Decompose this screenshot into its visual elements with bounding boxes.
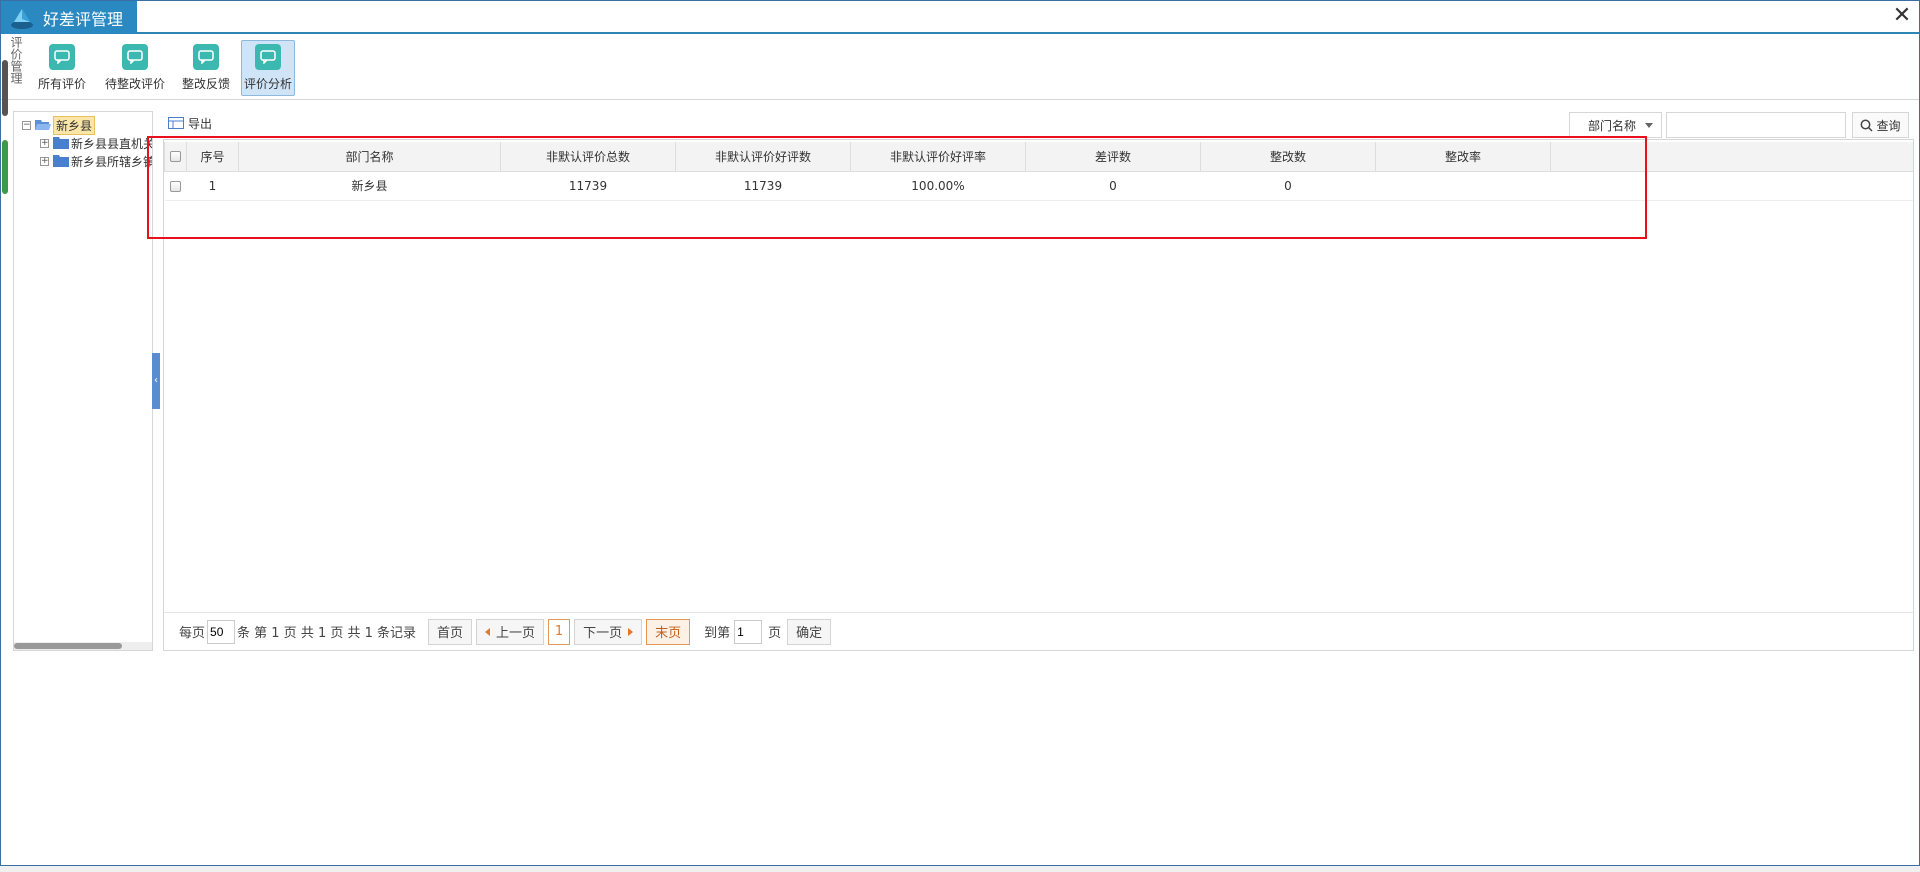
caret-left-icon xyxy=(485,627,491,636)
column-header[interactable]: 差评数 xyxy=(1025,142,1201,172)
current-page-button[interactable]: 1 xyxy=(548,618,571,645)
app-logo-icon xyxy=(11,8,33,29)
collapse-panel-button[interactable]: ‹ xyxy=(152,353,160,409)
tool-button-label: 整改反馈 xyxy=(181,77,230,91)
comment-icon xyxy=(255,44,281,70)
tree-node-label: 新乡县 xyxy=(53,115,96,135)
tree-node-root[interactable]: − 新乡县 xyxy=(22,115,96,135)
prev-page-button[interactable]: 上一页 xyxy=(476,618,545,645)
next-page-button[interactable]: 下一页 xyxy=(574,618,643,645)
next-page-label: 下一页 xyxy=(583,626,623,641)
toolbar: 评价管理 所有评价 待整改评价 整改反馈 评价分析 xyxy=(1,36,1919,100)
search-input[interactable] xyxy=(1666,112,1846,138)
search-button[interactable]: 查询 xyxy=(1852,112,1909,138)
tree-toggle-expand-icon[interactable]: + xyxy=(40,156,49,166)
window-title-tab: 好差评管理 xyxy=(1,1,137,34)
table-cell: 0 xyxy=(1200,171,1376,201)
table-cell: 新乡县 xyxy=(238,171,501,201)
select-all-checkbox-cell xyxy=(164,142,187,172)
table-cell: 11739 xyxy=(675,171,851,201)
tool-button-rectify-feedback[interactable]: 整改反馈 xyxy=(179,40,233,96)
row-checkbox-cell xyxy=(164,171,187,201)
tree-node-label: 新乡县所辖乡镇 xyxy=(71,154,153,169)
tool-button-label: 评价分析 xyxy=(243,77,292,91)
per-page-input[interactable] xyxy=(207,619,236,644)
row-checkbox[interactable] xyxy=(170,180,181,192)
table-export-icon xyxy=(168,117,184,129)
table-cell: 1 xyxy=(186,171,239,201)
tool-button-label: 所有评价 xyxy=(37,77,86,91)
select-all-checkbox[interactable] xyxy=(170,151,181,163)
tree-toggle-expand-icon[interactable]: + xyxy=(40,138,49,148)
goto-suffix: 页 xyxy=(768,626,782,641)
comment-icon xyxy=(193,44,219,70)
last-page-button[interactable]: 末页 xyxy=(646,618,691,645)
close-button[interactable]: ✕ xyxy=(1891,5,1913,29)
page-summary: 条 第 1 页 共 1 页 共 1 条记录 xyxy=(237,626,417,641)
tool-button-review-analysis[interactable]: 评价分析 xyxy=(241,40,295,96)
column-header[interactable]: 部门名称 xyxy=(238,142,501,172)
search-icon xyxy=(1861,119,1874,132)
goto-page-input[interactable] xyxy=(734,619,763,644)
tree-horizontal-scrollbar[interactable] xyxy=(14,642,152,650)
search-field-value: 部门名称 xyxy=(1588,118,1637,133)
column-header[interactable]: 非默认评价好评数 xyxy=(675,142,851,172)
side-indicator xyxy=(2,60,8,116)
org-tree: − 新乡县 + 新乡县县直机关 + 新乡县所辖乡镇 xyxy=(13,111,153,651)
comment-icon xyxy=(122,44,148,70)
column-header-filler xyxy=(1550,142,1913,172)
table-cell-filler xyxy=(1550,171,1913,201)
tool-button-label: 待整改评价 xyxy=(104,77,165,91)
data-grid-panel xyxy=(163,139,1914,651)
tree-node-child[interactable]: + 新乡县所辖乡镇 xyxy=(40,152,153,170)
confirm-button[interactable]: 确定 xyxy=(787,618,832,645)
caret-right-icon xyxy=(628,627,634,636)
search-field-select[interactable]: 部门名称 xyxy=(1569,112,1662,138)
window-title: 好差评管理 xyxy=(43,9,124,29)
folder-icon xyxy=(53,137,69,149)
tool-button-pending-rectify[interactable]: 待整改评价 xyxy=(101,40,169,96)
search-button-label: 查询 xyxy=(1876,118,1901,133)
side-indicator xyxy=(2,140,8,194)
tree-node-label: 新乡县县直机关 xyxy=(71,136,153,151)
per-page-prefix: 每页 xyxy=(179,626,206,641)
pagination-bar: 每页 条 第 1 页 共 1 页 共 1 条记录 首页 上一页 1 下一页 末页… xyxy=(164,612,1913,650)
scrollbar-thumb[interactable] xyxy=(14,643,122,649)
goto-prefix: 到第 xyxy=(704,626,731,641)
prev-page-label: 上一页 xyxy=(496,626,536,641)
column-header[interactable]: 非默认评价好评率 xyxy=(850,142,1026,172)
side-strip xyxy=(1,56,9,196)
tool-button-all-reviews[interactable]: 所有评价 xyxy=(33,40,91,96)
title-bar: 好差评管理 ✕ xyxy=(1,1,1919,34)
export-button[interactable]: 导出 xyxy=(168,114,212,132)
table-cell: 11739 xyxy=(500,171,676,201)
tree-node-child[interactable]: + 新乡县县直机关 xyxy=(40,134,153,152)
column-header[interactable]: 整改率 xyxy=(1375,142,1551,172)
chevron-down-icon xyxy=(1645,123,1653,128)
table-cell xyxy=(1375,171,1551,201)
column-header[interactable]: 非默认评价总数 xyxy=(500,142,676,172)
grid-header-row: 序号 部门名称 非默认评价总数 非默认评价好评数 非默认评价好评率 差评数 整改… xyxy=(164,142,1913,172)
folder-open-icon xyxy=(35,120,51,130)
table-cell: 0 xyxy=(1025,171,1201,201)
table-row[interactable]: 1 新乡县 11739 11739 100.00% 0 0 xyxy=(164,171,1913,201)
comment-icon xyxy=(49,44,75,70)
column-header[interactable]: 序号 xyxy=(186,142,239,172)
folder-icon xyxy=(53,155,69,167)
data-grid: 序号 部门名称 非默认评价总数 非默认评价好评数 非默认评价好评率 差评数 整改… xyxy=(164,142,1913,201)
export-label: 导出 xyxy=(188,116,213,131)
column-header[interactable]: 整改数 xyxy=(1200,142,1376,172)
first-page-button[interactable]: 首页 xyxy=(428,618,473,645)
app-window: 好差评管理 ✕ 评价管理 所有评价 待整改评价 整改反馈 评价分析 − 新乡县 … xyxy=(0,0,1920,866)
tree-toggle-collapse-icon[interactable]: − xyxy=(22,120,31,130)
table-cell: 100.00% xyxy=(850,171,1026,201)
